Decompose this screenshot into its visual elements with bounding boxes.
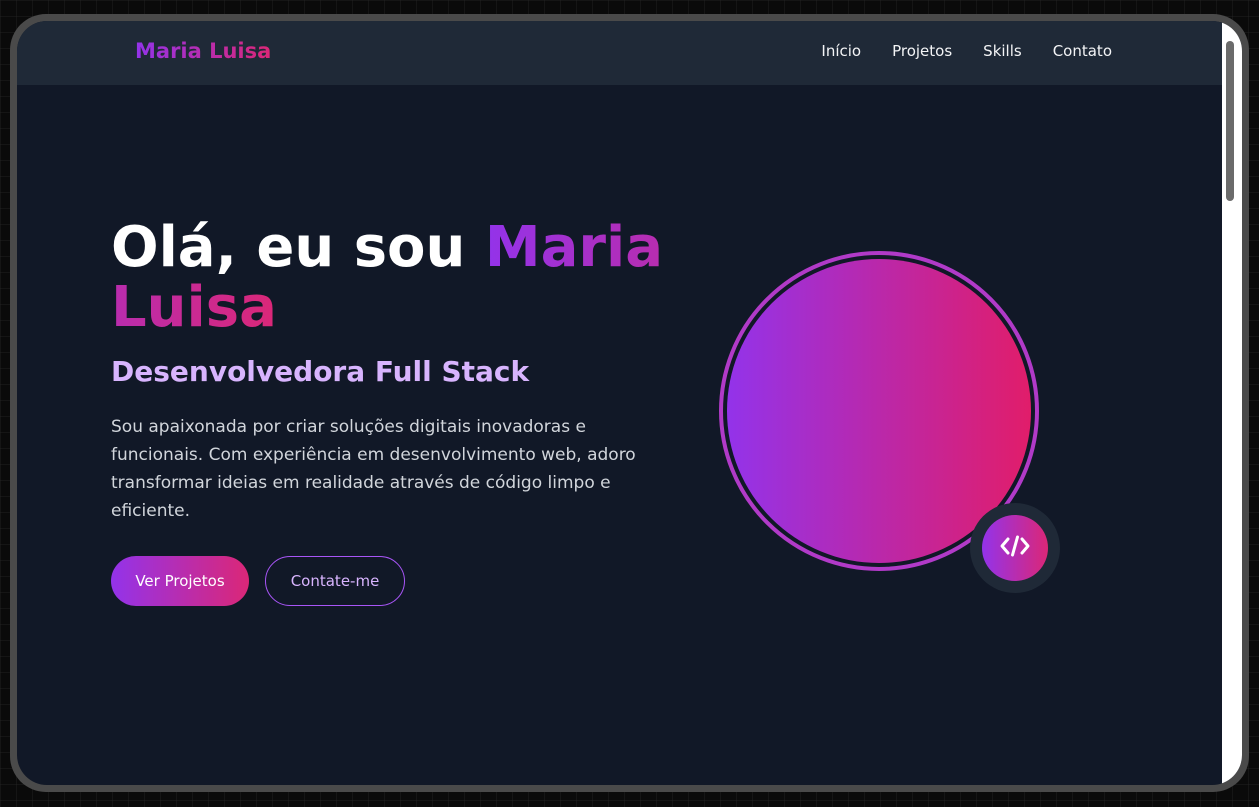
page-scrollbar[interactable] — [1222, 21, 1242, 785]
code-badge-inner — [982, 515, 1048, 581]
nav-link-skills[interactable]: Skills — [983, 42, 1022, 60]
contate-me-button[interactable]: Contate-me — [265, 556, 405, 606]
hero-description: Sou apaixonada por criar soluções digita… — [111, 417, 636, 521]
nav-link-projetos[interactable]: Projetos — [892, 42, 952, 60]
nav-links: Início Projetos Skills Contato — [821, 42, 1112, 60]
hero-title: Olá, eu sou Maria Luisa — [111, 218, 671, 338]
ver-projetos-button[interactable]: Ver Projetos — [111, 556, 249, 606]
code-badge — [970, 503, 1060, 593]
avatar-alt-text: a — [793, 262, 801, 276]
brand-logo[interactable]: Maria Luisa — [135, 39, 271, 63]
code-icon — [999, 533, 1031, 563]
nav-link-contato[interactable]: Contato — [1053, 42, 1112, 60]
hero-greeting: Olá, eu sou — [111, 215, 485, 280]
hero-subtitle: Desenvolvedora Full Stack — [111, 355, 530, 388]
nav-link-inicio[interactable]: Início — [821, 42, 861, 60]
browser-viewport: Maria Luisa Início Projetos Skills Conta… — [17, 21, 1242, 785]
navbar: Maria Luisa Início Projetos Skills Conta… — [17, 21, 1229, 85]
device-frame: Maria Luisa Início Projetos Skills Conta… — [10, 14, 1249, 792]
scrollbar-thumb[interactable] — [1226, 41, 1234, 201]
